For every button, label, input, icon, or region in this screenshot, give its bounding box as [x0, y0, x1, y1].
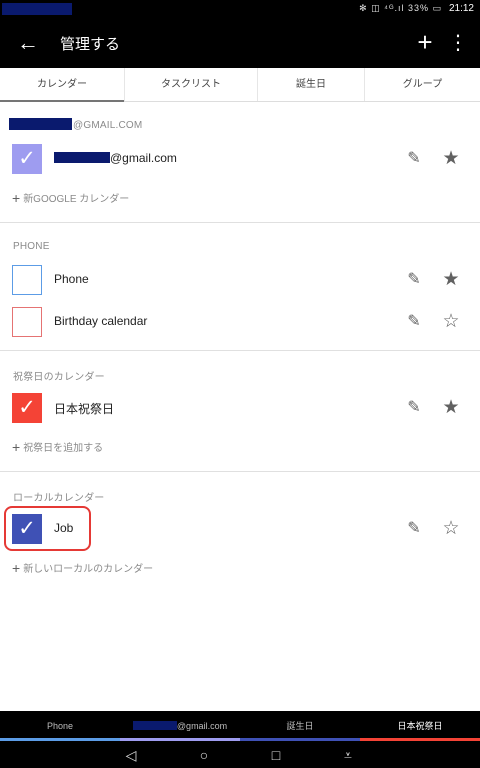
tab-birthdays[interactable]: 誕生日 [258, 68, 365, 101]
star-outline-icon[interactable]: ☆ [440, 518, 462, 540]
bottom-tab-birthdays[interactable]: 誕生日 [240, 711, 360, 741]
add-holiday-link[interactable]: + 祝祭日を追加する [12, 439, 103, 455]
add-local-calendar-label: 新しいローカルのカレンダー [23, 564, 154, 575]
divider [0, 471, 480, 472]
calendar-name-birthday: Birthday calendar [54, 314, 148, 328]
page-title: 管理する [60, 36, 121, 53]
divider [0, 350, 480, 351]
checkbox-google-account[interactable]: ✓ [12, 144, 42, 174]
plus-icon: + [12, 190, 21, 206]
nav-recents-icon[interactable]: □ [264, 744, 288, 766]
divider [0, 222, 480, 223]
add-google-calendar-link[interactable]: + 新GOOGLE カレンダー [12, 190, 129, 206]
calendar-name-japan-holidays: 日本祝祭日 [54, 402, 115, 416]
section-header-local: ローカルカレンダー [13, 493, 105, 504]
bottom-tab-google-account[interactable]: @gmail.com [120, 711, 240, 741]
calendar-name-google-account: @gmail.com [54, 151, 177, 165]
redacted-account-local [54, 152, 110, 163]
app-bar: ← 管理する + ⋮ [0, 18, 480, 68]
highlight-annotation [4, 506, 91, 551]
section-header-phone: PHONE [13, 241, 50, 252]
nav-menu-icon[interactable]: ⩡ [336, 744, 360, 766]
tab-bar: カレンダー タスクリスト 誕生日 グループ [0, 68, 480, 102]
star-outline-icon[interactable]: ☆ [440, 311, 462, 333]
bottom-tab-holidays-label: 日本祝祭日 [397, 721, 443, 731]
calendar-row-phone: Phone ✎ ★ [0, 260, 480, 300]
account-email-suffix: @gmail.com [110, 151, 177, 165]
add-icon[interactable]: + [412, 27, 438, 57]
tab-calendar[interactable]: カレンダー [0, 68, 125, 102]
edit-icon[interactable]: ✎ [404, 312, 424, 332]
star-filled-icon[interactable]: ★ [440, 397, 462, 419]
edit-icon[interactable]: ✎ [404, 149, 424, 169]
system-nav-bar: ◁ ○ □ ⩡ [0, 741, 480, 768]
bottom-tab-birthdays-label: 誕生日 [286, 721, 314, 731]
back-arrow-icon[interactable]: ← [14, 30, 42, 56]
add-google-calendar-label: 新GOOGLE カレンダー [23, 194, 130, 205]
section-header-google: @GMAIL.COM [73, 120, 143, 131]
section-header-holidays: 祝祭日のカレンダー [13, 372, 105, 383]
add-holiday-label: 祝祭日を追加する [23, 443, 104, 454]
nav-home-icon[interactable]: ○ [192, 744, 216, 766]
tab-groups[interactable]: グループ [365, 68, 480, 101]
calendar-row-google-account: ✓ @gmail.com ✎ ★ [0, 139, 480, 179]
edit-icon[interactable]: ✎ [404, 519, 424, 539]
checkbox-birthday-calendar[interactable] [12, 307, 42, 337]
status-bar: ✻ ◫ ⁴ᴳ.ıl 33% ▭ 21:12 [0, 0, 480, 18]
redacted-account-local [132, 721, 177, 730]
checkbox-phone[interactable] [12, 265, 42, 295]
star-filled-icon[interactable]: ★ [440, 269, 462, 291]
checkbox-japan-holidays[interactable]: ✓ [12, 393, 42, 423]
star-filled-icon[interactable]: ★ [440, 148, 462, 170]
bottom-tab-phone-label: Phone [46, 721, 74, 731]
bottom-tab-google-label: @gmail.com [176, 721, 228, 731]
plus-icon: + [12, 560, 21, 576]
nav-back-icon[interactable]: ◁ [119, 744, 143, 766]
add-local-calendar-link[interactable]: + 新しいローカルのカレンダー [12, 560, 153, 576]
calendar-row-birthday: Birthday calendar ✎ ☆ [0, 302, 480, 342]
calendar-row-japan-holidays: ✓ 日本祝祭日 ✎ ★ [0, 388, 480, 428]
redacted-account-name [9, 118, 72, 130]
bottom-tab-phone[interactable]: Phone [0, 711, 120, 741]
edit-icon[interactable]: ✎ [404, 270, 424, 290]
tab-task-list[interactable]: タスクリスト [125, 68, 258, 101]
plus-icon: + [12, 439, 21, 455]
bottom-tab-japan-holidays[interactable]: 日本祝祭日 [360, 711, 480, 741]
calendar-name-phone: Phone [54, 272, 89, 286]
edit-icon[interactable]: ✎ [404, 398, 424, 418]
more-options-icon[interactable]: ⋮ [448, 29, 468, 57]
bottom-calendar-tabs: Phone @gmail.com 誕生日 日本祝祭日 [0, 711, 480, 741]
redacted-notification [2, 3, 72, 15]
status-clock: 21:12 [448, 3, 474, 14]
status-icons: ✻ ◫ ⁴ᴳ.ıl 33% ▭ [359, 3, 442, 13]
